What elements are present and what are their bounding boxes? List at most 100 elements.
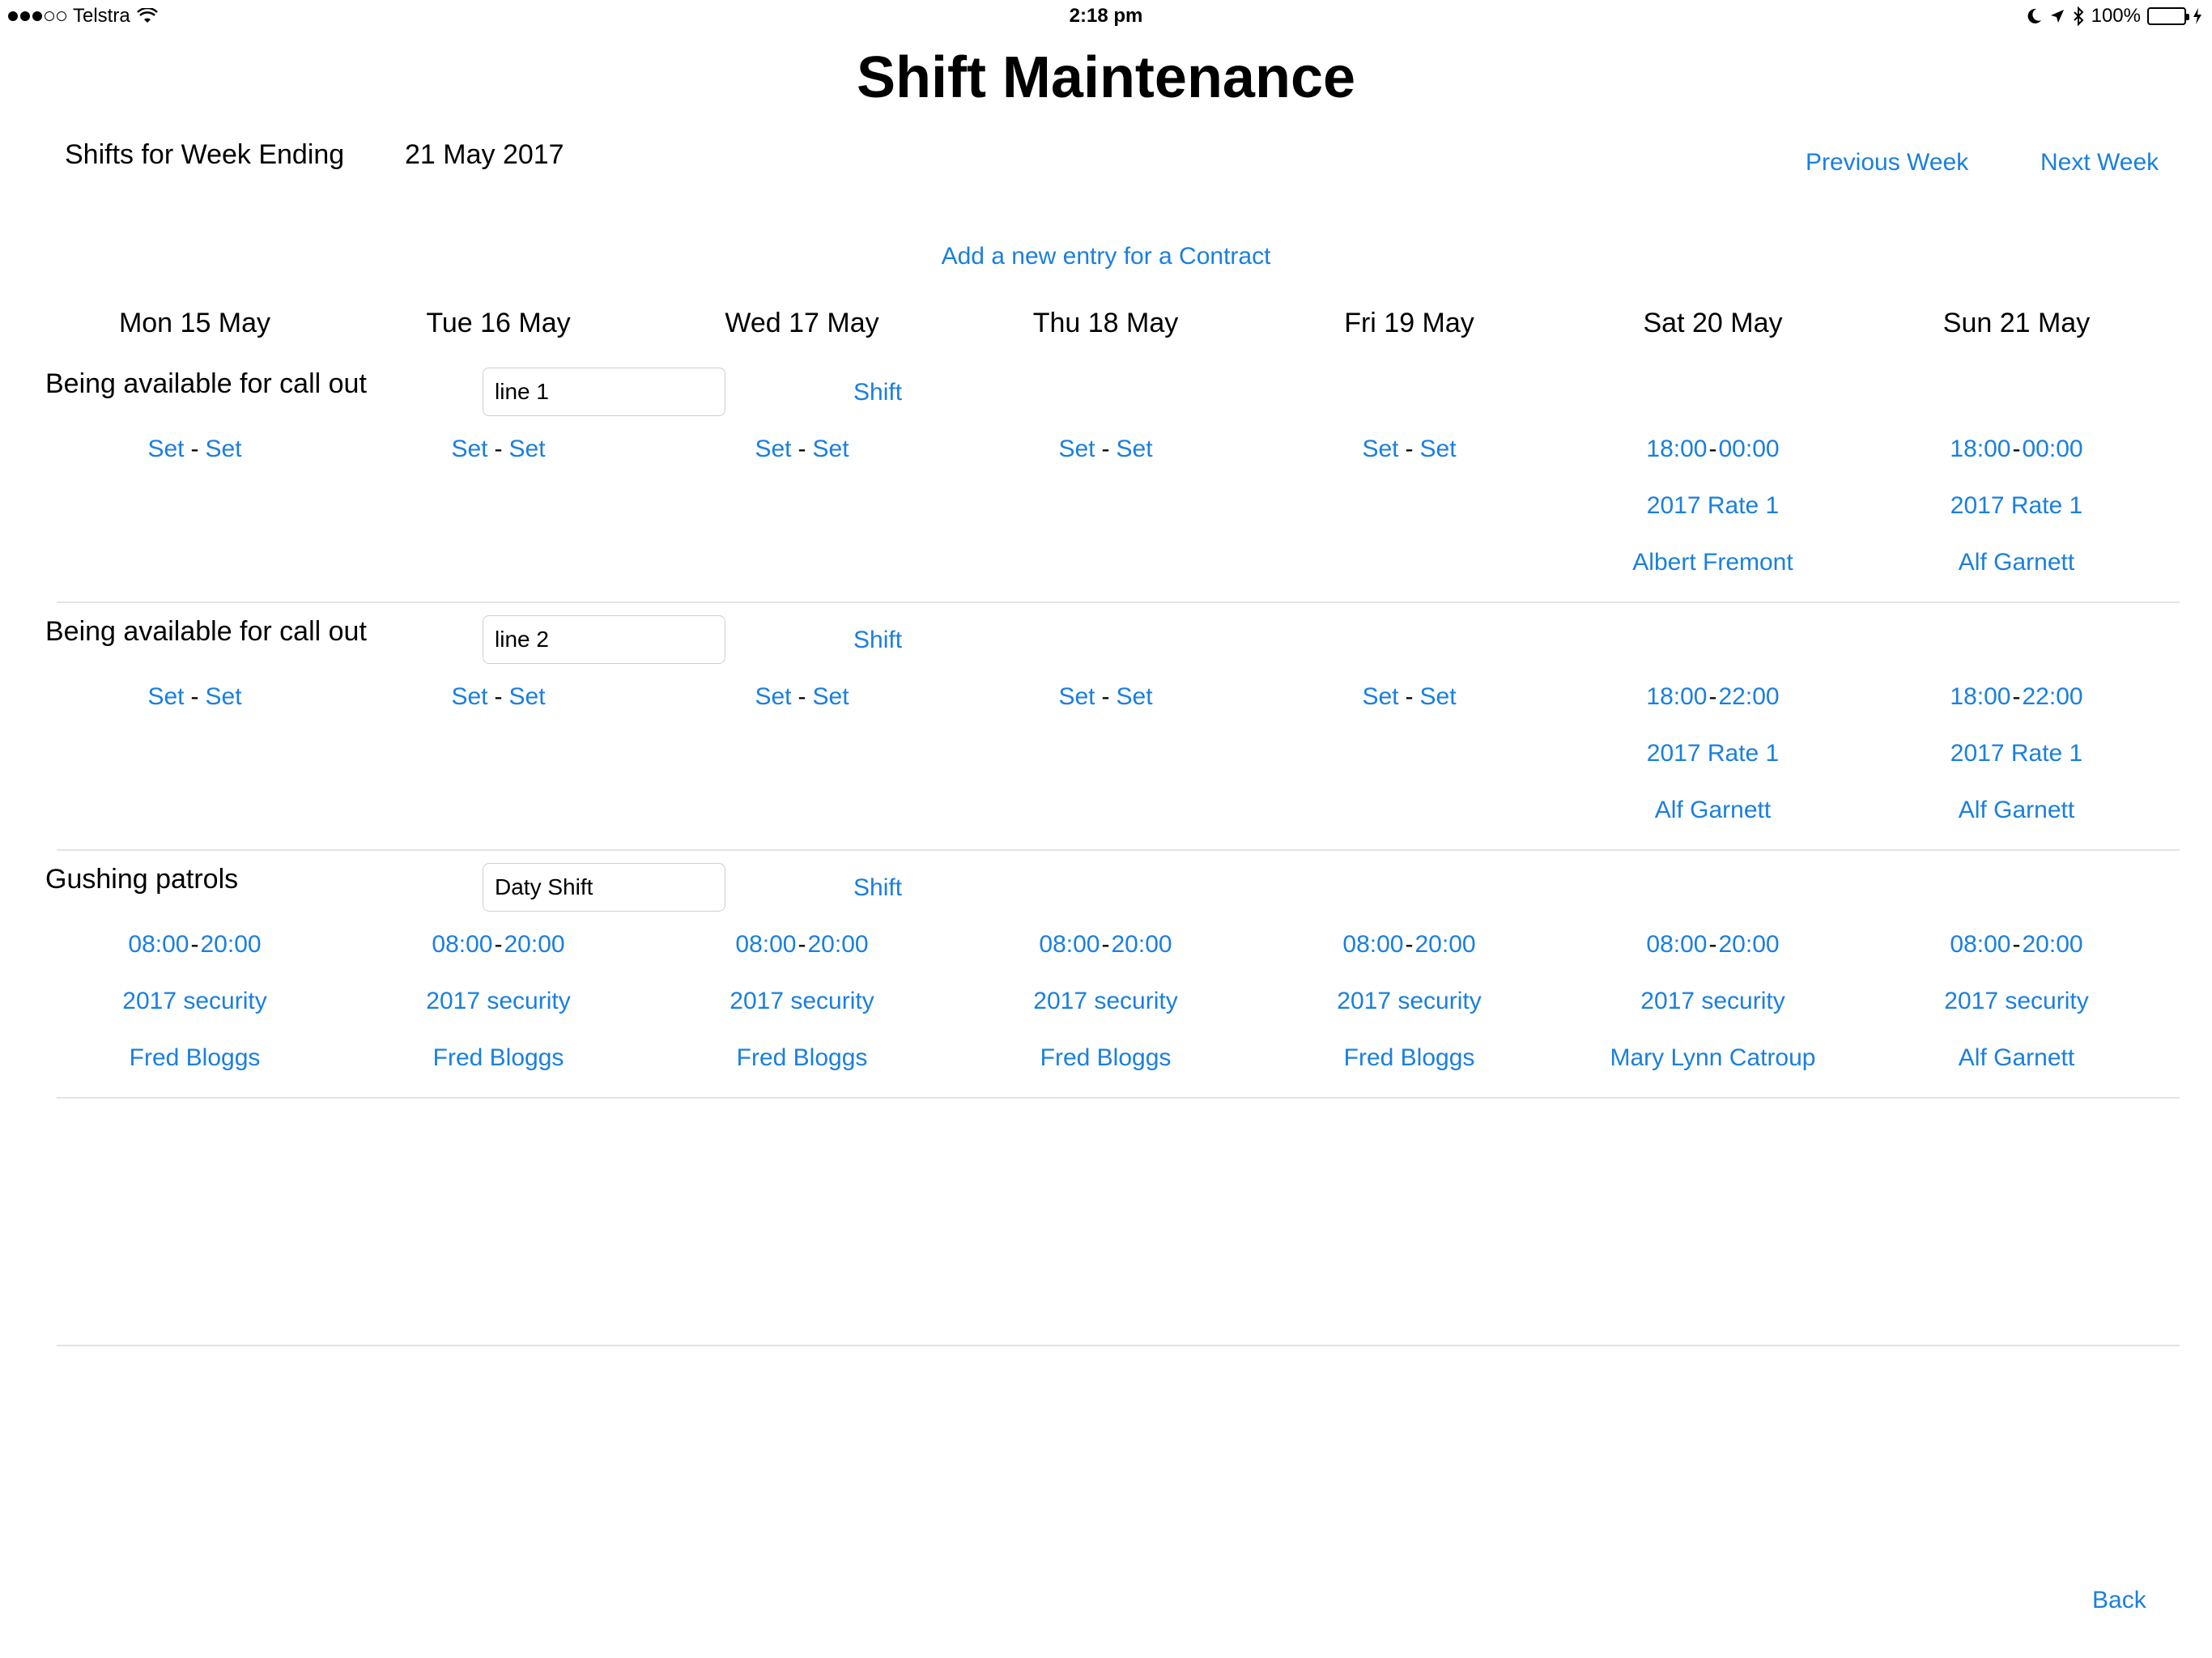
row-title: Being available for call out: [45, 368, 367, 399]
row-title: Being available for call out: [45, 616, 367, 647]
start-time-button[interactable]: Set: [451, 436, 487, 462]
start-time-button[interactable]: 08:00: [128, 931, 189, 958]
rate-link-sat[interactable]: 2017 Rate 1: [1561, 740, 1865, 767]
start-time-button[interactable]: 08:00: [1950, 931, 2010, 958]
shift-time-thu: 08:00-20:00: [1039, 931, 1172, 958]
row-title: Gushing patrols: [45, 864, 239, 895]
rate-link-wed[interactable]: 2017 security: [650, 988, 954, 1015]
end-time-button[interactable]: 00:00: [2023, 436, 2083, 462]
next-week-link[interactable]: Next Week: [2040, 149, 2159, 176]
day-header-sun: Sun 21 May: [1942, 308, 2091, 338]
row-divider: [57, 1345, 2180, 1346]
end-time-button[interactable]: Set: [1420, 436, 1457, 462]
start-time-button[interactable]: 18:00: [1950, 436, 2010, 462]
shift-time-mon: Set - Set: [147, 436, 242, 462]
row-shift-link[interactable]: Shift: [853, 874, 902, 902]
person-link-sun[interactable]: Alf Garnett: [1865, 549, 2168, 576]
start-time-button[interactable]: 18:00: [1646, 683, 1707, 710]
start-time-button[interactable]: 08:00: [1039, 931, 1100, 958]
end-time-button[interactable]: Set: [206, 683, 242, 710]
person-link-sat[interactable]: Alf Garnett: [1561, 797, 1865, 824]
row-shift-link[interactable]: Shift: [853, 627, 902, 654]
start-time-button[interactable]: Set: [1362, 436, 1398, 462]
start-time-button[interactable]: Set: [1362, 683, 1398, 710]
status-right: 100%: [2027, 5, 2202, 28]
end-time-button[interactable]: 20:00: [808, 931, 869, 958]
day-header-sat: Sat 20 May: [1643, 308, 1783, 338]
end-time-button[interactable]: Set: [1117, 436, 1153, 462]
start-time-button[interactable]: Set: [755, 436, 791, 462]
start-time-button[interactable]: Set: [451, 683, 487, 710]
person-link-tue[interactable]: Fred Bloggs: [347, 1044, 650, 1072]
end-time-button[interactable]: 22:00: [1719, 683, 1780, 710]
rate-link-mon[interactable]: 2017 security: [43, 988, 347, 1015]
start-time-button[interactable]: 08:00: [1646, 931, 1707, 958]
end-time-button[interactable]: Set: [1420, 683, 1457, 710]
rate-link-tue[interactable]: 2017 security: [347, 988, 650, 1015]
end-time-button[interactable]: Set: [1117, 683, 1153, 710]
end-time-button[interactable]: 20:00: [1112, 931, 1172, 958]
day-header-wed: Wed 17 May: [725, 308, 879, 338]
start-time-button[interactable]: 18:00: [1646, 436, 1707, 462]
start-time-button[interactable]: Set: [147, 683, 184, 710]
shift-time-mon: 08:00-20:00: [128, 931, 262, 958]
row-line-input[interactable]: [483, 863, 725, 912]
start-time-button[interactable]: 18:00: [1950, 683, 2010, 710]
person-link-sun[interactable]: Alf Garnett: [1865, 797, 2168, 824]
start-time-button[interactable]: Set: [1058, 683, 1095, 710]
person-link-wed[interactable]: Fred Bloggs: [650, 1044, 954, 1072]
shift-time-wed: Set - Set: [755, 683, 849, 710]
person-link-sat[interactable]: Albert Fremont: [1561, 549, 1865, 576]
start-time-button[interactable]: Set: [755, 683, 791, 710]
rate-link-sun[interactable]: 2017 security: [1865, 988, 2168, 1015]
moon-icon: [2027, 8, 2041, 23]
shift-time-tue: Set - Set: [451, 436, 546, 462]
end-time-button[interactable]: Set: [813, 683, 849, 710]
day-header-fri: Fri 19 May: [1344, 308, 1474, 338]
rate-link-sun[interactable]: 2017 Rate 1: [1865, 740, 2168, 767]
row-divider: [57, 849, 2180, 851]
add-contract-entry-link[interactable]: Add a new entry for a Contract: [0, 243, 2212, 270]
end-time-button[interactable]: Set: [509, 683, 546, 710]
end-time-button[interactable]: 20:00: [1415, 931, 1476, 958]
start-time-button[interactable]: 08:00: [432, 931, 492, 958]
rate-link-thu[interactable]: 2017 security: [954, 988, 1257, 1015]
person-link-mon[interactable]: Fred Bloggs: [43, 1044, 347, 1072]
rate-link-sat[interactable]: 2017 security: [1561, 988, 1865, 1015]
end-time-button[interactable]: Set: [206, 436, 242, 462]
shift-time-sun: 08:00-20:00: [1950, 931, 2083, 958]
end-time-button[interactable]: 22:00: [2023, 683, 2083, 710]
end-time-button[interactable]: 20:00: [504, 931, 565, 958]
start-time-button[interactable]: Set: [1058, 436, 1095, 462]
charging-bolt-icon: [2193, 8, 2201, 24]
shift-time-fri: Set - Set: [1362, 436, 1457, 462]
day-header-mon: Mon 15 May: [118, 308, 271, 338]
person-link-sun[interactable]: Alf Garnett: [1865, 1044, 2168, 1072]
end-time-button[interactable]: 00:00: [1719, 436, 1780, 462]
person-link-sat[interactable]: Mary Lynn Catroup: [1561, 1044, 1865, 1072]
status-time: 2:18 pm: [1069, 5, 1143, 27]
shift-time-sat: 18:00-00:00: [1646, 436, 1780, 462]
person-link-thu[interactable]: Fred Bloggs: [954, 1044, 1257, 1072]
start-time-button[interactable]: 08:00: [735, 931, 796, 958]
rate-link-fri[interactable]: 2017 security: [1257, 988, 1561, 1015]
end-time-button[interactable]: 20:00: [201, 931, 262, 958]
previous-week-link[interactable]: Previous Week: [1806, 149, 1968, 176]
end-time-button[interactable]: 20:00: [2023, 931, 2083, 958]
shift-time-fri: 08:00-20:00: [1342, 931, 1476, 958]
row-line-input[interactable]: [483, 615, 725, 664]
start-time-button[interactable]: Set: [147, 436, 184, 462]
person-link-fri[interactable]: Fred Bloggs: [1257, 1044, 1561, 1072]
page-title: Shift Maintenance: [856, 45, 1356, 110]
rate-link-sun[interactable]: 2017 Rate 1: [1865, 492, 2168, 520]
back-button[interactable]: Back: [2092, 1587, 2146, 1614]
row-line-input[interactable]: [483, 368, 725, 416]
row-shift-link[interactable]: Shift: [853, 379, 902, 406]
rate-link-sat[interactable]: 2017 Rate 1: [1561, 492, 1865, 520]
start-time-button[interactable]: 08:00: [1342, 931, 1403, 958]
end-time-button[interactable]: Set: [813, 436, 849, 462]
end-time-button[interactable]: 20:00: [1719, 931, 1780, 958]
row-divider: [57, 1097, 2180, 1099]
end-time-button[interactable]: Set: [509, 436, 546, 462]
battery-icon: [2147, 7, 2189, 25]
